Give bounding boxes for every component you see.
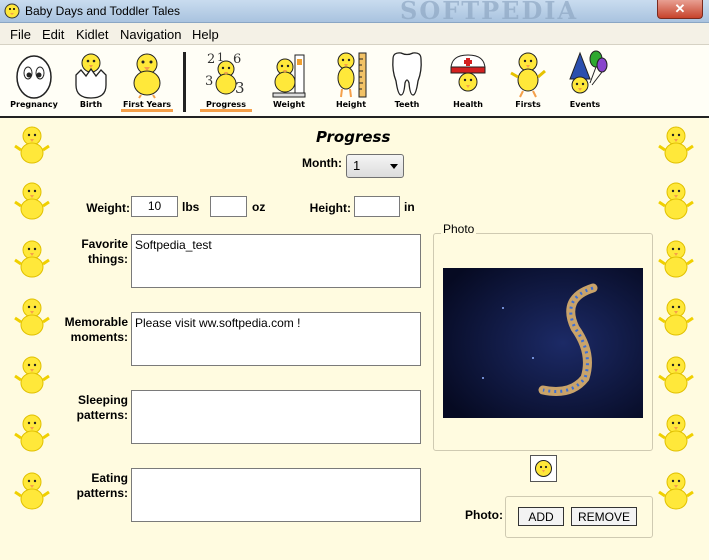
- month-select-value: 1: [353, 158, 361, 173]
- sleeping-label-line1: Sleeping: [77, 393, 128, 407]
- tab-progress[interactable]: 2 1 6 3 3 Progress: [200, 49, 252, 112]
- close-button[interactable]: ✕: [657, 0, 703, 19]
- weight-label: Weight:: [86, 201, 130, 215]
- side-chick-icon: [14, 472, 50, 510]
- side-chick-icon: [14, 126, 50, 164]
- eating-patterns-field[interactable]: [131, 468, 421, 522]
- nurse-hat-icon: [450, 54, 486, 92]
- tab-height[interactable]: Height: [328, 49, 374, 109]
- hatching-egg-icon: [75, 53, 107, 99]
- toolbar-pregnancy-label: Pregnancy: [10, 100, 58, 109]
- toolbar-first-years-label: First Years: [121, 100, 173, 112]
- side-chick-icon: [14, 356, 50, 394]
- favorite-things-label: Favorite things:: [60, 237, 128, 266]
- photo-label: Photo:: [465, 508, 503, 522]
- svg-text:2: 2: [207, 52, 215, 67]
- photo-browse-button[interactable]: [530, 455, 557, 482]
- tab-height-label: Height: [335, 100, 367, 109]
- sleeping-patterns-field[interactable]: [131, 390, 421, 444]
- memorable-label-line2: moments:: [70, 330, 128, 344]
- favorite-things-field[interactable]: Softpedia_test: [131, 234, 421, 288]
- scale-icon: [272, 54, 306, 98]
- progress-panel: Progress Month: 1 Weight: 10 lbs oz Heig…: [0, 118, 709, 560]
- toolbar-first-years[interactable]: First Years: [121, 49, 173, 112]
- add-photo-button[interactable]: ADD: [518, 507, 564, 526]
- page-title: Progress: [316, 128, 391, 146]
- window-title: Baby Days and Toddler Tales: [25, 4, 180, 18]
- chevron-down-icon: [390, 164, 398, 169]
- menu-file[interactable]: File: [10, 27, 31, 42]
- memorable-moments-label: Memorable moments:: [50, 315, 128, 344]
- toolbar-separator: [183, 52, 186, 112]
- toolbar-birth-label: Birth: [79, 100, 103, 109]
- side-chick-icon: [658, 240, 694, 278]
- oz-label: oz: [252, 200, 266, 214]
- side-chick-icon: [658, 356, 694, 394]
- menu-edit[interactable]: Edit: [42, 27, 64, 42]
- menu-bar: File Edit Kidlet Navigation Help: [0, 23, 709, 45]
- weight-oz-field[interactable]: [210, 196, 247, 217]
- sleeping-label-line2: patterns:: [76, 408, 128, 422]
- walking-chick-icon: [510, 52, 546, 98]
- menu-help[interactable]: Help: [192, 27, 219, 42]
- tab-events-label: Events: [569, 100, 601, 109]
- chick-icon: [535, 460, 552, 477]
- chick-icon: [133, 53, 161, 99]
- app-window: Baby Days and Toddler Tales SOFTPEDIA ✕ …: [0, 0, 709, 560]
- party-hat-balloons-icon: [569, 50, 608, 94]
- softpedia-watermark: SOFTPEDIA: [400, 0, 579, 25]
- side-chick-icon: [14, 182, 50, 220]
- tab-teeth-label: Teeth: [394, 100, 420, 109]
- side-chick-icon: [14, 298, 50, 336]
- side-chick-icon: [14, 414, 50, 452]
- month-select[interactable]: 1: [346, 154, 404, 178]
- height-field[interactable]: [354, 196, 400, 217]
- in-label: in: [404, 200, 415, 214]
- toolbar-pregnancy[interactable]: Pregnancy: [9, 49, 59, 109]
- egg-icon: [16, 55, 52, 99]
- ruler-icon: [337, 52, 367, 98]
- memorable-moments-field[interactable]: Please visit ww.softpedia.com !: [131, 312, 421, 366]
- svg-text:3: 3: [205, 74, 213, 89]
- favorite-label-line1: Favorite: [81, 237, 128, 251]
- tab-health-label: Health: [453, 100, 483, 109]
- menu-navigation[interactable]: Navigation: [120, 27, 181, 42]
- tab-weight-label: Weight: [273, 100, 305, 109]
- progress-numbers-icon: 2 1 6 3 3: [205, 51, 245, 97]
- side-chick-icon: [658, 126, 694, 164]
- photo-group-caption: Photo: [441, 222, 477, 236]
- svg-text:3: 3: [235, 79, 245, 97]
- sleeping-patterns-label: Sleeping patterns:: [60, 393, 128, 422]
- side-chick-icon: [658, 298, 694, 336]
- month-label: Month:: [302, 156, 342, 170]
- app-chick-icon: [4, 3, 20, 19]
- side-chick-icon: [658, 414, 694, 452]
- toolbar-birth[interactable]: Birth: [68, 49, 114, 109]
- toolbar: Pregnancy Birth First Years 2 1 6 3 3 Pr…: [0, 45, 709, 118]
- eating-label-line2: patterns:: [76, 486, 128, 500]
- tab-firsts[interactable]: Firsts: [505, 49, 551, 109]
- tab-teeth[interactable]: Teeth: [384, 49, 430, 109]
- remove-photo-button[interactable]: REMOVE: [571, 507, 637, 526]
- tooth-icon: [392, 52, 422, 96]
- side-chick-icon: [14, 240, 50, 278]
- eating-patterns-label: Eating patterns:: [60, 471, 128, 500]
- baby-photo: [443, 268, 643, 418]
- lbs-label: lbs: [182, 200, 200, 214]
- eating-label-line1: Eating: [91, 471, 128, 485]
- tab-weight[interactable]: Weight: [266, 49, 312, 109]
- menu-kidlet[interactable]: Kidlet: [76, 27, 109, 42]
- height-label: Height:: [309, 201, 351, 215]
- side-chick-icon: [658, 472, 694, 510]
- title-bar: Baby Days and Toddler Tales SOFTPEDIA ✕: [0, 0, 709, 25]
- tab-progress-label: Progress: [200, 100, 252, 112]
- side-chick-icon: [658, 182, 694, 220]
- memorable-label-line1: Memorable: [64, 315, 128, 329]
- svg-text:6: 6: [233, 52, 241, 67]
- weight-lbs-field[interactable]: 10: [131, 196, 178, 217]
- tab-health[interactable]: Health: [445, 49, 491, 109]
- tab-firsts-label: Firsts: [515, 100, 541, 109]
- tab-events[interactable]: Events: [562, 49, 608, 109]
- favorite-label-line2: things:: [88, 252, 128, 266]
